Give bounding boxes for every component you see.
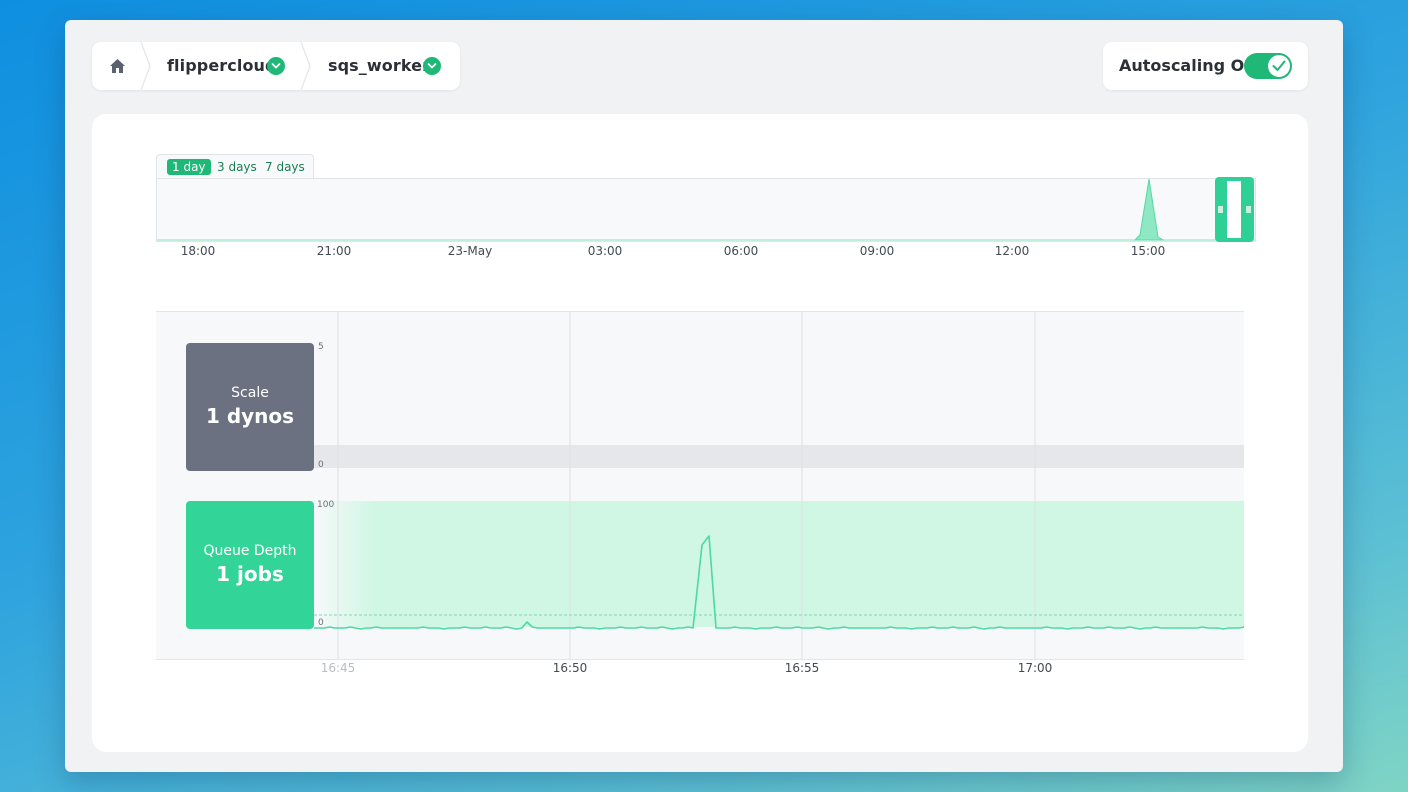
home-icon: [110, 59, 125, 73]
breadcrumb-process-label: sqs_worker: [328, 56, 431, 75]
scale-y-tick: 0: [318, 460, 324, 470]
queue-metric-card: Queue Depth 1 jobs: [186, 501, 314, 629]
overview-x-tick: 12:00: [994, 244, 1030, 258]
brush-window: [1227, 181, 1241, 238]
overview-spike: [1133, 178, 1165, 241]
overview-x-tick: 09:00: [859, 244, 895, 258]
brush-grip-left[interactable]: [1218, 206, 1223, 213]
toggle-knob: [1268, 55, 1290, 77]
time-x-tick: 16:55: [784, 661, 820, 675]
autoscaling-label: Autoscaling On: [1119, 56, 1256, 75]
main-chart[interactable]: Scale 1 dynos Queue Depth 1 jobs 5 0 100…: [156, 311, 1244, 660]
queue-metric-value: 1 jobs: [216, 562, 284, 586]
time-range-tabs: 1 day 3 days 7 days: [156, 154, 314, 180]
scale-band: [314, 445, 1244, 468]
time-x-tick: 16:50: [552, 661, 588, 675]
check-icon: [1272, 60, 1286, 71]
scale-metric-label: Scale: [231, 385, 269, 401]
overview-x-tick: 03:00: [587, 244, 623, 258]
scale-metric-card: Scale 1 dynos: [186, 343, 314, 471]
breadcrumb-separator: [300, 42, 311, 90]
queue-band: [376, 501, 1244, 627]
tab-7-days[interactable]: 7 days: [260, 159, 310, 175]
breadcrumb: flippercloud sqs_worker: [92, 42, 460, 90]
dashboard-card: 1 day 3 days 7 days 18:00 21:00 23-May 0…: [92, 114, 1308, 752]
overview-x-tick: 23-May: [447, 244, 493, 258]
tab-1-day[interactable]: 1 day: [167, 159, 211, 175]
overview-plot: [157, 178, 1255, 241]
queue-y-tick: 0: [318, 618, 324, 628]
queue-y-tick: 100: [317, 500, 335, 510]
overview-x-tick: 06:00: [723, 244, 759, 258]
time-x-tick: 17:00: [1017, 661, 1053, 675]
queue-metric-label: Queue Depth: [203, 543, 297, 559]
overview-chart[interactable]: [156, 178, 1256, 242]
breadcrumb-app-label: flippercloud: [167, 56, 277, 75]
queue-band-fade: [314, 501, 376, 627]
main-plot: [314, 312, 1244, 659]
scale-metric-value: 1 dynos: [205, 404, 295, 428]
time-x-tick: 16:45: [320, 661, 356, 675]
breadcrumb-separator: [140, 42, 151, 90]
tab-3-days[interactable]: 3 days: [212, 159, 262, 175]
home-button[interactable]: [92, 42, 142, 90]
chevron-down-circle-icon[interactable]: [267, 57, 285, 75]
app-window: flippercloud sqs_worker Autoscaling On 1…: [65, 20, 1343, 772]
brush-grip-right[interactable]: [1246, 206, 1251, 213]
overview-x-tick: 21:00: [316, 244, 352, 258]
autoscaling-control: Autoscaling On: [1103, 42, 1308, 90]
range-selection-handle[interactable]: [1215, 177, 1254, 242]
autoscaling-toggle[interactable]: [1244, 53, 1292, 79]
overview-x-tick: 15:00: [1130, 244, 1166, 258]
chevron-down-circle-icon[interactable]: [423, 57, 441, 75]
overview-x-tick: 18:00: [180, 244, 216, 258]
scale-y-tick: 5: [318, 342, 324, 352]
